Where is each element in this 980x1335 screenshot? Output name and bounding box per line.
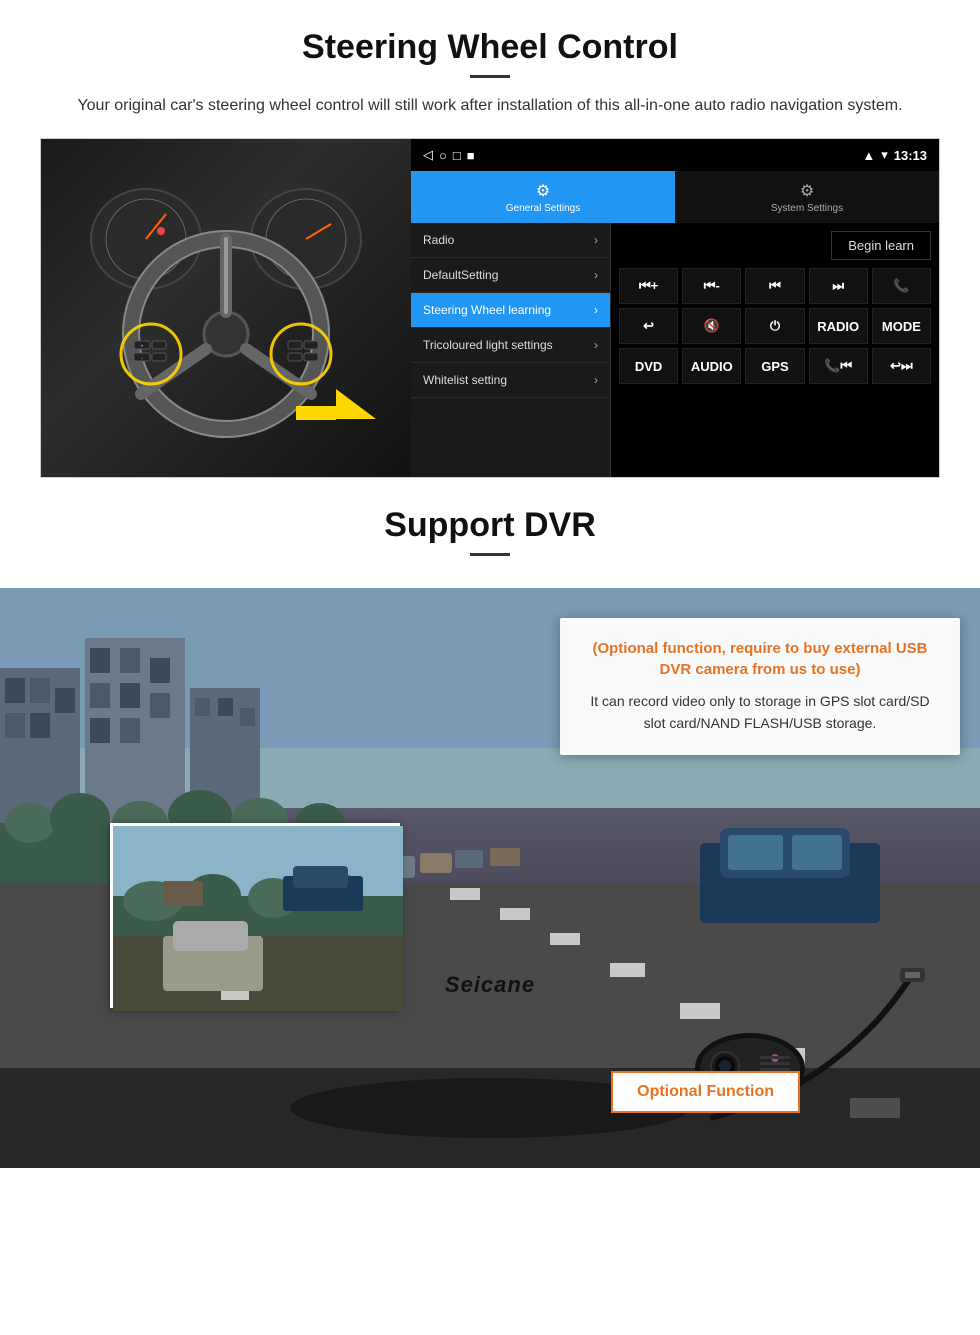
dvr-camera-svg <box>630 948 930 1148</box>
dvr-thumbnail-svg <box>113 826 403 1011</box>
menu-radio-label: Radio <box>423 233 454 247</box>
ctrl-power[interactable]: ⏻ <box>745 308 804 344</box>
dvr-section-title: Support DVR <box>40 506 940 545</box>
dvr-description: It can record video only to storage in G… <box>580 690 940 735</box>
settings-tabs[interactable]: ⚙ General Settings ⚙ System Settings <box>411 171 939 223</box>
ctrl-call-prev[interactable]: 📞⏮ <box>809 348 868 384</box>
ctrl-mute[interactable]: 🔇 <box>682 308 741 344</box>
status-icons-left: ◁ ○ □ ■ <box>423 147 475 163</box>
dvr-demo-area: (Optional function, require to buy exter… <box>0 588 980 1168</box>
menu-default-arrow: › <box>594 268 598 282</box>
dvr-optional-title: (Optional function, require to buy exter… <box>580 638 940 680</box>
nav-home-icon: ○ <box>439 148 447 163</box>
ctrl-audio[interactable]: AUDIO <box>682 348 741 384</box>
steering-wheel-svg: + - <box>66 159 386 459</box>
steering-demo-area: + - ◁ ○ <box>40 138 940 478</box>
wifi-icon: ▾ <box>881 147 888 163</box>
ctrl-next[interactable]: ⏭ <box>809 268 868 304</box>
svg-text:-: - <box>141 356 143 362</box>
general-settings-icon: ⚙ <box>536 181 550 201</box>
menu-radio-arrow: › <box>594 233 598 247</box>
menu-whitelist-arrow: › <box>594 373 598 387</box>
ctrl-radio[interactable]: RADIO <box>809 308 868 344</box>
menu-tricoloured-arrow: › <box>594 338 598 352</box>
status-icons-right: ▲ ▾ 13:13 <box>862 147 927 163</box>
system-settings-icon: ⚙ <box>800 181 814 201</box>
support-dvr-section: Support DVR <box>0 478 980 1168</box>
optional-function-button[interactable]: Optional Function <box>611 1071 800 1113</box>
seicane-logo: Seicane <box>445 972 535 998</box>
menu-steering-label: Steering Wheel learning <box>423 303 551 317</box>
menu-default-label: DefaultSetting <box>423 268 498 282</box>
ctrl-call[interactable]: 📞 <box>872 268 931 304</box>
nav-recent-icon: □ <box>453 148 461 163</box>
ctrl-vol-down[interactable]: ⏮- <box>682 268 741 304</box>
signal-icon: ▲ <box>862 148 875 163</box>
section-title: Steering Wheel Control <box>40 28 940 67</box>
nav-menu-icon: ■ <box>467 148 475 163</box>
general-settings-label: General Settings <box>506 203 581 214</box>
ctrl-gps[interactable]: GPS <box>745 348 804 384</box>
system-settings-label: System Settings <box>771 203 843 214</box>
status-bar: ◁ ○ □ ■ ▲ ▾ 13:13 <box>411 139 939 171</box>
menu-steering-arrow: › <box>594 303 598 317</box>
menu-item-whitelist[interactable]: Whitelist setting › <box>411 363 610 398</box>
settings-body: Radio › DefaultSetting › Steering Wheel … <box>411 223 939 477</box>
ctrl-prev[interactable]: ⏮ <box>745 268 804 304</box>
menu-item-steering-wheel[interactable]: Steering Wheel learning › <box>411 293 610 328</box>
ctrl-vol-up[interactable]: ⏮+ <box>619 268 678 304</box>
steering-wheel-section: Steering Wheel Control Your original car… <box>0 0 980 478</box>
settings-menu: Radio › DefaultSetting › Steering Wheel … <box>411 223 611 477</box>
section-description: Your original car's steering wheel contr… <box>60 94 920 118</box>
title-divider <box>470 75 510 78</box>
menu-item-radio[interactable]: Radio › <box>411 223 610 258</box>
dvr-title-divider <box>470 553 510 556</box>
controls-panel: Begin learn ⏮+ ⏮- ⏮ ⏭ 📞 ↩ 🔇 ⏻ RADIO <box>611 223 939 477</box>
begin-learn-row: Begin learn <box>619 231 931 260</box>
status-time: 13:13 <box>894 148 927 163</box>
optional-btn-container: Optional Function <box>611 1071 800 1113</box>
steering-wheel-photo: + - <box>41 139 411 478</box>
svg-text:+: + <box>140 344 144 350</box>
ctrl-mode[interactable]: MODE <box>872 308 931 344</box>
menu-tricoloured-label: Tricoloured light settings <box>423 338 553 352</box>
ctrl-back-next[interactable]: ↩⏭ <box>872 348 931 384</box>
dvr-title-area: Support DVR <box>0 478 980 588</box>
control-buttons-grid: ⏮+ ⏮- ⏮ ⏭ 📞 ↩ 🔇 ⏻ RADIO MODE DVD AUDIO <box>619 268 931 384</box>
tab-system-settings[interactable]: ⚙ System Settings <box>675 171 939 223</box>
menu-item-tricoloured[interactable]: Tricoloured light settings › <box>411 328 610 363</box>
nav-back-icon: ◁ <box>423 147 433 163</box>
ctrl-dvd[interactable]: DVD <box>619 348 678 384</box>
android-ui-panel: ◁ ○ □ ■ ▲ ▾ 13:13 ⚙ General Settings <box>411 139 939 477</box>
dvr-info-card: (Optional function, require to buy exter… <box>560 618 960 755</box>
begin-learn-button[interactable]: Begin learn <box>831 231 931 260</box>
menu-item-default-setting[interactable]: DefaultSetting › <box>411 258 610 293</box>
menu-whitelist-label: Whitelist setting <box>423 373 507 387</box>
dvr-background-photo: (Optional function, require to buy exter… <box>0 588 980 1168</box>
tab-general-settings[interactable]: ⚙ General Settings <box>411 171 675 223</box>
ctrl-back[interactable]: ↩ <box>619 308 678 344</box>
dvr-thumbnail-image <box>110 823 400 1008</box>
